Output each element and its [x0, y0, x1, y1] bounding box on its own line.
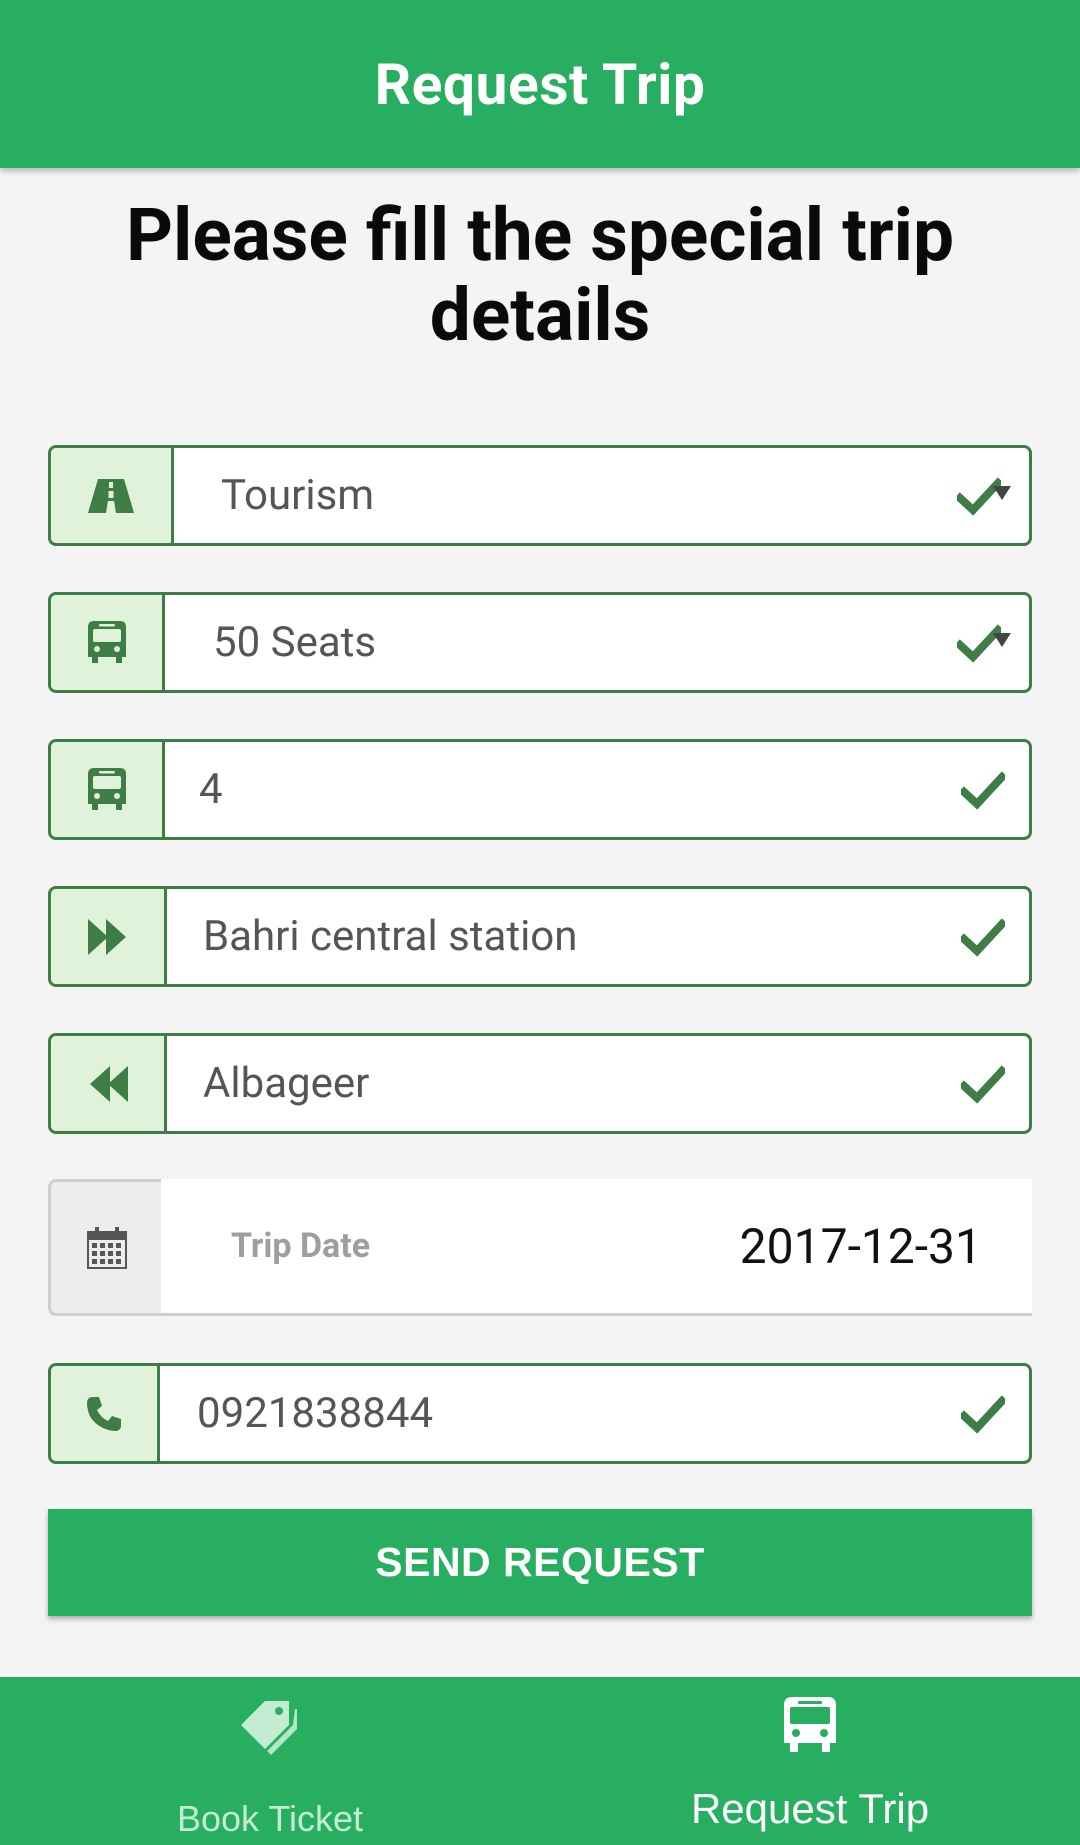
trip-date-body[interactable]: Trip Date 2017-12-31 — [161, 1179, 1032, 1316]
trip-date-addon — [48, 1179, 163, 1316]
forward-icon — [87, 918, 126, 955]
form-heading: Please fill the special trip details — [125, 192, 955, 358]
nav-label-request-trip: Request Trip — [690, 1785, 930, 1832]
trip-date-picker[interactable]: Trip Date 2017-12-31 — [48, 1179, 1032, 1316]
check-icon — [961, 770, 1005, 810]
chevron-down-icon — [993, 632, 1011, 647]
road-icon — [88, 478, 134, 513]
bus-icon — [784, 1697, 836, 1752]
from-addon — [51, 889, 167, 984]
to-addon — [51, 1036, 167, 1131]
phone-icon — [87, 1396, 121, 1431]
calendar-icon — [87, 1226, 127, 1269]
from-location-input[interactable]: Bahri central station — [48, 886, 1032, 987]
page-title: Request Trip — [374, 50, 706, 118]
trip-date-value: 2017-12-31 — [739, 1217, 982, 1275]
backward-icon — [89, 1065, 128, 1102]
bus-size-select[interactable]: 50 Seats — [48, 592, 1032, 693]
phone-value: 0921838844 — [197, 1389, 434, 1438]
tag-icon — [241, 1701, 297, 1755]
from-location-value: Bahri central station — [203, 912, 578, 961]
send-request-button[interactable]: SEND REQUEST — [48, 1509, 1032, 1616]
to-location-input[interactable]: Albageer — [48, 1033, 1032, 1134]
bottom-nav: Book Ticket Request Trip — [0, 1677, 1080, 1845]
trip-date-label: Trip Date — [231, 1226, 371, 1266]
check-icon — [961, 1064, 1005, 1104]
nav-item-request-trip[interactable]: Request Trip — [540, 1677, 1080, 1845]
trip-type-value: Tourism — [221, 471, 375, 520]
bus-size-value: 50 Seats — [213, 618, 377, 667]
check-icon — [961, 917, 1005, 957]
nav-label-book-ticket: Book Ticket — [176, 1798, 364, 1839]
nav-item-book-ticket[interactable]: Book Ticket — [0, 1677, 540, 1845]
trip-type-select[interactable]: Tourism — [48, 445, 1032, 546]
bus-icon — [87, 767, 126, 810]
chevron-down-icon — [993, 485, 1011, 500]
bus-icon — [87, 620, 126, 663]
to-location-value: Albageer — [203, 1059, 370, 1108]
bus-count-addon — [51, 742, 165, 837]
bus-count-input[interactable]: 4 — [48, 739, 1032, 840]
check-icon — [961, 1394, 1005, 1434]
app-bar: Request Trip — [0, 0, 1080, 168]
trip-type-addon — [51, 448, 174, 543]
bus-size-addon — [51, 595, 165, 690]
phone-addon — [51, 1366, 160, 1461]
bus-count-value: 4 — [199, 765, 223, 814]
phone-input[interactable]: 0921838844 — [48, 1363, 1032, 1464]
